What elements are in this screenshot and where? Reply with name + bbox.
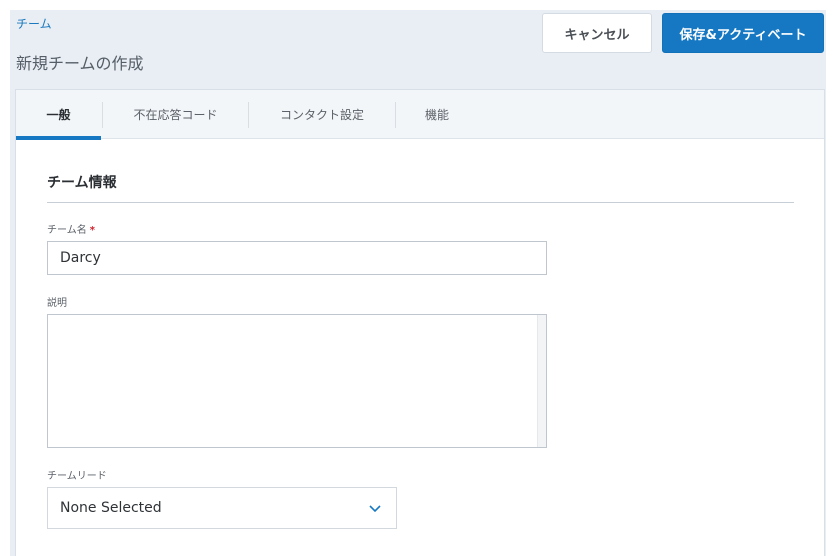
team-lead-select[interactable]: None Selected (47, 487, 397, 529)
tab-contact-settings-label: コンタクト設定 (279, 108, 364, 122)
section-title-team-info: チーム情報 (47, 175, 117, 191)
required-asterisk: * (89, 225, 95, 236)
section-divider (47, 202, 794, 203)
team-form-card: 一般 不在応答コード コンタクト設定 機能 チーム情報 チーム名* 説明 (15, 89, 825, 556)
tab-bar: 一般 不在応答コード コンタクト設定 機能 (16, 90, 824, 140)
textarea-scrollbar[interactable] (537, 315, 546, 447)
tab-contact-settings[interactable]: コンタクト設定 (249, 90, 395, 139)
save-activate-button[interactable]: 保存&アクティベート (662, 13, 824, 53)
team-lead-selected-value: None Selected (60, 500, 162, 516)
tab-unavailable-codes[interactable]: 不在応答コード (103, 90, 248, 139)
team-name-label: チーム名 * (47, 221, 95, 236)
team-name-label-text: チーム名 (47, 225, 87, 236)
chevron-down-icon (369, 505, 381, 513)
breadcrumb-teams-link[interactable]: チーム (16, 15, 52, 32)
cancel-button[interactable]: キャンセル (542, 13, 652, 53)
tab-general[interactable]: 一般 (16, 90, 101, 140)
page-background: チーム 新規チームの作成 キャンセル 保存&アクティベート 一般 不在応答コード… (10, 10, 826, 556)
tab-unavailable-codes-label: 不在応答コード (133, 108, 218, 122)
team-lead-label: チームリード (47, 471, 107, 482)
active-tab-indicator (16, 136, 101, 140)
tab-features[interactable]: 機能 (396, 90, 478, 139)
description-textarea[interactable] (47, 314, 547, 448)
tab-general-label: 一般 (46, 108, 71, 122)
page-title: 新規チームの作成 (16, 54, 144, 73)
tab-features-label: 機能 (424, 108, 449, 122)
team-name-input[interactable] (47, 241, 547, 275)
description-label: 説明 (47, 298, 67, 309)
